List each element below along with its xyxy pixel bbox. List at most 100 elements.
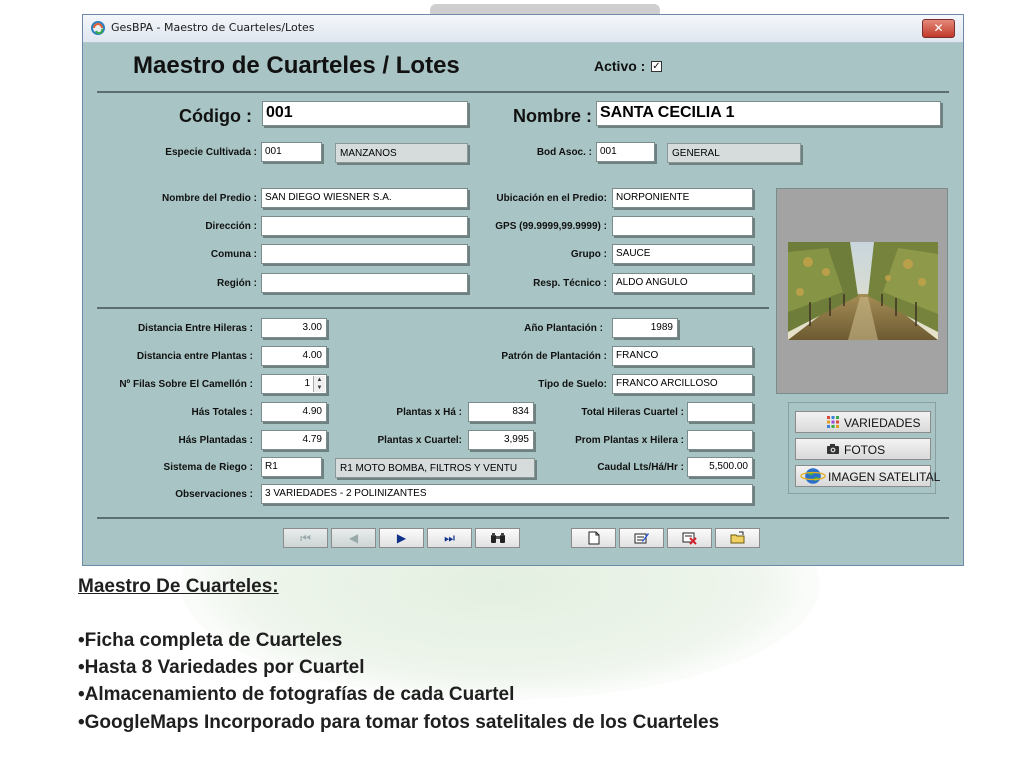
activo-label: Activo : <box>594 58 646 74</box>
suelo-field[interactable]: FRANCO ARCILLOSO <box>612 374 753 394</box>
riego-code-field[interactable]: R1 <box>261 457 322 477</box>
new-record-button[interactable] <box>571 528 616 548</box>
section-separator <box>97 307 769 309</box>
orchard-photo <box>788 242 938 340</box>
ubicacion-field[interactable]: NORPONIENTE <box>612 188 753 208</box>
caption-bullet: •Almacenamiento de fotografías de cada C… <box>78 684 515 705</box>
first-record-button[interactable]: ⏮ <box>283 528 328 548</box>
title-bar: GesBPA - Maestro de Cuarteles/Lotes ✕ <box>83 15 963 43</box>
dist-hileras-field[interactable]: 3.00 <box>261 318 327 338</box>
fotos-button[interactable]: FOTOS <box>795 438 931 460</box>
dist-hileras-label: Distancia Entre Hileras : <box>137 323 253 334</box>
prev-record-button[interactable]: ◀ <box>331 528 376 548</box>
delete-record-button[interactable] <box>667 528 712 548</box>
caption-heading: Maestro De Cuarteles: <box>78 576 279 597</box>
especie-code-field[interactable]: 001 <box>261 142 322 162</box>
plantas-ha-field[interactable]: 834 <box>468 402 534 422</box>
total-hileras-label: Total Hileras Cuartel : <box>581 407 684 418</box>
total-hileras-field[interactable] <box>687 402 753 422</box>
close-button[interactable]: ✕ <box>922 19 955 38</box>
grid-icon <box>827 416 839 428</box>
patron-label: Patrón de Plantación : <box>501 351 607 362</box>
caption-bullet: •GoogleMaps Incorporado para tomar fotos… <box>78 712 720 733</box>
search-button[interactable] <box>475 528 520 548</box>
header-separator <box>97 91 949 93</box>
region-label: Región : <box>217 278 257 289</box>
imagen-satelital-label: IMAGEN SATELITAL <box>828 470 941 484</box>
nombre-field[interactable]: SANTA CECILIA 1 <box>596 101 941 126</box>
dist-plantas-label: Distancia entre Plantas : <box>136 351 253 362</box>
window-title: GesBPA - Maestro de Cuarteles/Lotes <box>111 21 315 34</box>
imagen-satelital-button[interactable]: IMAGEN SATELITAL <box>795 465 940 487</box>
app-logo-icon <box>91 21 105 35</box>
last-record-button[interactable]: ⏭ <box>427 528 472 548</box>
riego-name-field: R1 MOTO BOMBA, FILTROS Y VENTU <box>335 458 535 478</box>
bod-code-field[interactable]: 001 <box>596 142 655 162</box>
obs-label: Observaciones : <box>175 489 253 500</box>
resp-field[interactable]: ALDO ANGULO <box>612 273 753 293</box>
obs-field[interactable]: 3 VARIEDADES - 2 POLINIZANTES <box>261 484 753 504</box>
variedades-button[interactable]: VARIEDADES <box>795 411 931 433</box>
open-folder-button[interactable] <box>715 528 760 548</box>
gps-label: GPS (99.9999,99.9999) : <box>495 221 607 232</box>
comuna-label: Comuna : <box>210 249 257 260</box>
caudal-field[interactable]: 5,500.00 <box>687 457 753 477</box>
photo-frame <box>776 188 948 394</box>
filas-stepper[interactable]: 1 ▲ ▼ <box>261 374 327 394</box>
edit-record-button[interactable] <box>619 528 664 548</box>
edit-icon <box>634 533 649 544</box>
has-plantadas-label: Hás Plantadas : <box>178 435 253 446</box>
prom-plantas-label: Prom Plantas x Hilera : <box>575 435 684 446</box>
plantas-cuartel-field[interactable]: 3,995 <box>468 430 534 450</box>
nombre-label: Nombre : <box>513 106 593 126</box>
direccion-field[interactable] <box>261 216 468 236</box>
especie-label: Especie Cultivada : <box>165 147 257 158</box>
delete-icon <box>682 532 697 545</box>
next-record-button[interactable]: ▶ <box>379 528 424 548</box>
prom-plantas-field[interactable] <box>687 430 753 450</box>
grupo-field[interactable]: SAUCE <box>612 244 753 264</box>
folder-icon <box>730 531 744 544</box>
bod-name-field: GENERAL <box>667 143 801 163</box>
filas-value: 1 <box>304 378 310 389</box>
codigo-label: Código : <box>179 106 252 126</box>
riego-label: Sistema de Riego : <box>163 462 253 473</box>
caption-bullet: •Ficha completa de Cuarteles <box>78 630 343 651</box>
filas-label: Nº Filas Sobre El Camellón : <box>119 379 253 390</box>
especie-name-field: MANZANOS <box>335 143 468 163</box>
grupo-label: Grupo : <box>570 249 607 260</box>
activo-checkbox[interactable]: ✓ <box>651 61 662 72</box>
caption-bullet: •Hasta 8 Variedades por Cuartel <box>78 657 365 678</box>
predio-label: Nombre del Predio : <box>161 193 257 204</box>
caudal-label: Caudal Lts/Há/Hr : <box>597 462 684 473</box>
direccion-label: Dirección : <box>205 221 257 232</box>
fotos-label: FOTOS <box>844 443 886 457</box>
app-window: GesBPA - Maestro de Cuarteles/Lotes ✕ Ma… <box>82 14 964 566</box>
footer-separator <box>97 517 949 519</box>
predio-field[interactable]: SAN DIEGO WIESNER S.A. <box>261 188 468 208</box>
dist-plantas-field[interactable]: 4.00 <box>261 346 327 366</box>
anio-label: Año Plantación : <box>524 323 603 334</box>
has-plantadas-field[interactable]: 4.79 <box>261 430 327 450</box>
suelo-label: Tipo de Suelo: <box>538 379 607 390</box>
comuna-field[interactable] <box>261 244 468 264</box>
camera-icon <box>827 444 839 454</box>
globe-icon <box>800 468 826 484</box>
codigo-field[interactable]: 001 <box>262 101 468 126</box>
bod-label: Bod Asoc. : <box>536 147 592 158</box>
plantas-cuartel-label: Plantas x Cuartel: <box>377 435 462 446</box>
new-document-icon <box>588 531 599 545</box>
resp-label: Resp. Técnico : <box>533 278 607 289</box>
form-title: Maestro de Cuarteles / Lotes <box>133 52 460 79</box>
patron-field[interactable]: FRANCO <box>612 346 753 366</box>
gps-field[interactable] <box>612 216 753 236</box>
variedades-label: VARIEDADES <box>844 416 921 430</box>
has-totales-label: Hás Totales : <box>191 407 254 418</box>
binoculars-icon <box>490 533 505 543</box>
spin-arrows-icon[interactable]: ▲ ▼ <box>313 376 325 392</box>
has-totales-field[interactable]: 4.90 <box>261 402 327 422</box>
anio-field[interactable]: 1989 <box>612 318 678 338</box>
ubicacion-label: Ubicación en el Predio: <box>496 193 607 204</box>
side-button-group: VARIEDADES FOTOS IMAGEN SATELITAL <box>788 402 940 494</box>
region-field[interactable] <box>261 273 468 293</box>
